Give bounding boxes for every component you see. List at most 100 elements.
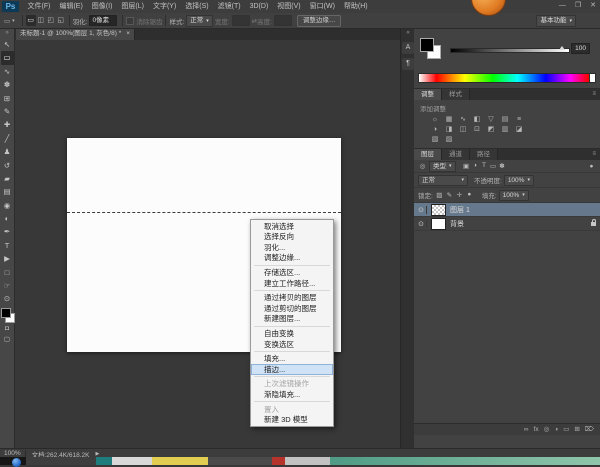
paragraph-panel-icon[interactable]: ¶ <box>402 58 414 70</box>
filter-adjustment-layers-icon[interactable]: ◑ <box>471 162 480 170</box>
add-selection-icon[interactable]: ◫ <box>36 15 46 26</box>
foreground-color-swatch[interactable] <box>1 308 11 318</box>
collapse-toolbar-chevron-icon[interactable]: » <box>5 28 8 38</box>
menu-item[interactable]: 图像(I) <box>87 0 117 13</box>
foreground-color-swatch[interactable] <box>420 38 434 52</box>
panel-tab[interactable]: 样式 <box>442 89 470 100</box>
channel-mixer-icon[interactable]: ◫ <box>456 125 470 135</box>
exposure-icon[interactable]: ◧ <box>470 115 484 125</box>
height-input[interactable] <box>274 15 292 26</box>
foreground-background-swatches[interactable] <box>1 308 14 323</box>
menu-item[interactable]: 视图(V) <box>273 0 305 13</box>
hue-saturation-icon[interactable]: ▤ <box>498 115 512 125</box>
context-menu-item[interactable]: 选择反向 <box>251 232 333 243</box>
lock-transparent-icon[interactable]: ▨ <box>435 191 444 199</box>
fill-input[interactable]: 100% ▾ <box>499 190 529 201</box>
layer-name[interactable]: 背景 <box>450 219 464 229</box>
zoom-level-field[interactable]: 100% <box>0 450 26 457</box>
new-selection-icon[interactable]: ▭ <box>26 15 36 26</box>
move-tool[interactable]: ↖ <box>1 38 14 51</box>
context-menu-item[interactable]: 存储选区... <box>251 267 333 278</box>
context-menu-item[interactable]: 描边... <box>251 364 333 375</box>
menu-item[interactable]: 文件(F) <box>23 0 55 13</box>
link-layers-icon[interactable]: ∞ <box>524 424 529 435</box>
new-layer-icon[interactable]: ⊞ <box>574 424 579 435</box>
color-spectrum-ramp[interactable] <box>418 73 596 83</box>
slider-value[interactable]: 100 <box>571 43 590 54</box>
threshold-icon[interactable]: ◪ <box>512 125 526 135</box>
context-menu-item[interactable]: 新建 3D 模型 <box>251 415 333 426</box>
blur-tool[interactable]: ◉ <box>1 199 14 212</box>
intersect-selection-icon[interactable]: ◱ <box>56 15 66 26</box>
filter-type-layers-icon[interactable]: T <box>480 162 489 170</box>
taskbar-item[interactable] <box>26 457 96 465</box>
taskbar-item[interactable] <box>285 457 330 465</box>
menu-item[interactable]: 选择(S) <box>181 0 213 13</box>
menu-item[interactable]: 编辑(E) <box>55 0 87 13</box>
context-menu-item[interactable]: 新建图层... <box>251 314 333 325</box>
panel-menu-icon[interactable]: ≡ <box>592 149 600 160</box>
start-orb-icon[interactable] <box>12 458 21 467</box>
curves-icon[interactable]: ∿ <box>456 115 470 125</box>
vibrance-icon[interactable]: ▽ <box>484 115 498 125</box>
layer-mask-icon[interactable]: ◎ <box>544 424 550 435</box>
brush-tool[interactable]: ╱ <box>1 132 14 145</box>
context-menu-item[interactable]: 羽化... <box>251 242 333 253</box>
layer-style-icon[interactable]: fx <box>534 424 539 435</box>
taskbar-item[interactable] <box>330 457 600 465</box>
panel-menu-icon[interactable]: ≡ <box>592 89 600 100</box>
layer-row-layer-1[interactable]: ⊙ 图层 1 <box>414 203 600 217</box>
delete-layer-icon[interactable]: ⌦ <box>585 424 594 435</box>
taskbar-item[interactable] <box>96 457 112 465</box>
menu-item[interactable]: 滤镜(T) <box>213 0 245 13</box>
clone-stamp-tool[interactable]: ♟ <box>1 145 14 158</box>
context-menu-item[interactable]: 填充... <box>251 354 333 365</box>
menu-item[interactable]: 3D(D) <box>245 0 273 13</box>
quick-selection-tool[interactable]: ✽ <box>1 78 14 91</box>
context-menu-item[interactable]: 自由变换 <box>251 328 333 339</box>
filter-type-select[interactable]: 类型 ▾ <box>429 161 456 172</box>
lock-paint-icon[interactable]: ✎ <box>445 191 454 199</box>
filter-shape-layers-icon[interactable]: ▭ <box>489 162 498 170</box>
menu-item[interactable]: 窗口(W) <box>305 0 339 13</box>
filter-toggle-icon[interactable]: ● <box>587 163 596 170</box>
character-panel-icon[interactable]: A <box>402 42 414 54</box>
status-flyout-arrow-icon[interactable]: ▶ <box>95 451 99 457</box>
close-button[interactable]: ✕ <box>590 0 596 12</box>
layer-row-background[interactable]: ⊙ 背景 <box>414 217 600 231</box>
dodge-tool[interactable]: ◐ <box>1 212 14 225</box>
context-menu-item[interactable]: 上次滤镜操作 <box>251 379 333 390</box>
taskbar-item[interactable] <box>152 457 208 465</box>
document-tab[interactable]: 未标题-1 @ 100%(图层 1, 灰色/8) * × <box>16 28 135 40</box>
lasso-tool[interactable]: ∿ <box>1 65 14 78</box>
panel-tab[interactable]: 通道 <box>442 149 470 160</box>
filter-smart-objects-icon[interactable]: ✽ <box>498 162 507 170</box>
context-menu-item[interactable]: 置入 <box>251 404 333 415</box>
visibility-eye-icon[interactable]: ⊙ <box>416 220 427 228</box>
eraser-tool[interactable]: ▰ <box>1 172 14 185</box>
type-tool[interactable]: T <box>1 239 14 252</box>
filter-pixel-layers-icon[interactable]: ▣ <box>462 162 471 170</box>
close-tab-icon[interactable]: × <box>126 28 130 40</box>
taskbar-item[interactable] <box>208 457 272 465</box>
new-group-icon[interactable]: ▭ <box>563 424 569 435</box>
color-panel-swatches[interactable] <box>420 38 442 60</box>
context-menu-item[interactable]: 取消选择 <box>251 221 333 232</box>
menu-item[interactable]: 帮助(H) <box>339 0 372 13</box>
style-select[interactable]: 正常 ▾ <box>186 15 213 27</box>
visibility-eye-icon[interactable]: ⊙ <box>416 206 427 214</box>
eyedropper-tool[interactable]: ✎ <box>1 105 14 118</box>
panel-tab[interactable]: 路径 <box>470 149 498 160</box>
rectangle-tool[interactable]: □ <box>1 266 14 279</box>
quick-mask-button[interactable]: ◘ <box>1 323 14 334</box>
restore-button[interactable]: ❐ <box>575 0 581 12</box>
brightness-contrast-icon[interactable]: ☼ <box>428 115 442 125</box>
workspace-switcher[interactable]: 基本功能 ▾ <box>536 15 576 27</box>
minimize-button[interactable]: — <box>559 0 566 12</box>
panel-tab[interactable]: 调整 <box>414 89 442 100</box>
menu-item[interactable]: 文字(Y) <box>148 0 180 13</box>
photo-filter-icon[interactable]: ◨ <box>442 125 456 135</box>
invert-icon[interactable]: ◩ <box>484 125 498 135</box>
crop-tool[interactable]: ⊞ <box>1 92 14 105</box>
context-menu-item[interactable]: 变换选区 <box>251 339 333 350</box>
